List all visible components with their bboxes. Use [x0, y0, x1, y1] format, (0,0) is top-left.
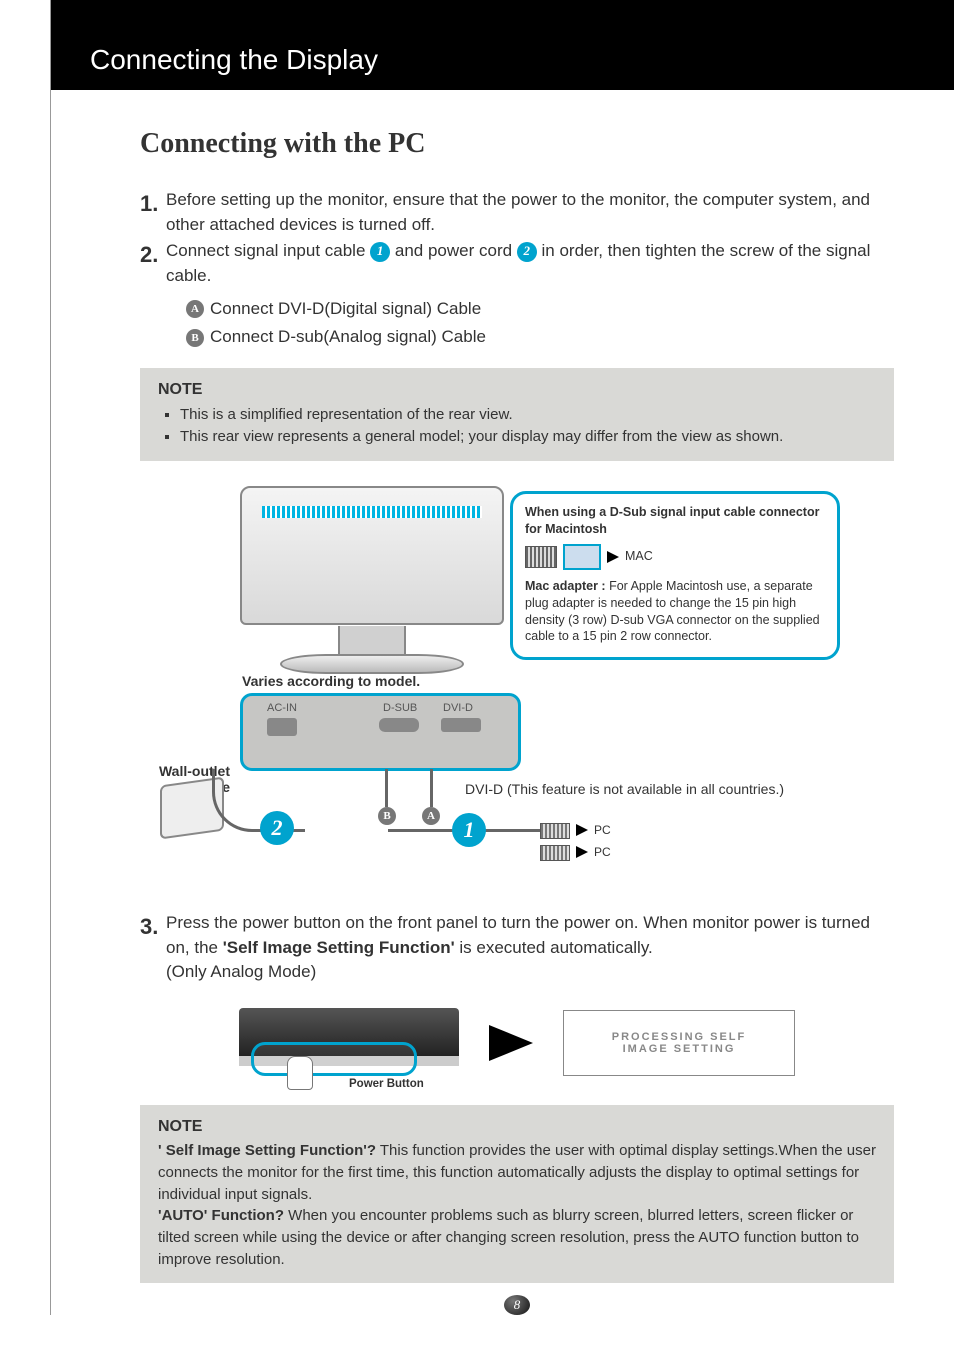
left-margin-rule [50, 0, 51, 1315]
monitor-rear-icon [240, 486, 504, 625]
hand-press-icon [287, 1056, 313, 1090]
step-text-part: Connect signal input cable [166, 241, 370, 260]
port-label-dsub: D-SUB [383, 702, 417, 714]
power-button-label: Power Button [349, 1078, 424, 1090]
substep-b: B Connect D-sub(Analog signal) Cable [186, 323, 894, 352]
note-item: This is a simplified representation of t… [180, 404, 876, 426]
mac-label: MAC [625, 548, 653, 565]
step-2: 2. Connect signal input cable 1 and powe… [140, 239, 894, 356]
dsub-port-icon [379, 718, 419, 732]
note-paragraph: ' Self Image Setting Function'? This fun… [158, 1140, 876, 1205]
note-paragraph: 'AUTO' Function? When you encounter prob… [158, 1205, 876, 1270]
header-band: Connecting the Display [50, 0, 954, 90]
ac-in-port-icon [267, 718, 297, 736]
mac-adapter-text: Mac adapter : For Apple Macintosh use, a… [525, 578, 825, 646]
ports-panel: AC-IN D-SUB DVI-D [240, 693, 521, 771]
arrow-right-icon [607, 551, 619, 563]
page-title: Connecting the Display [90, 44, 378, 76]
monitor-stand-icon [338, 626, 406, 656]
osd-line-2: IMAGE SETTING [623, 1043, 736, 1055]
section-heading: Connecting with the PC [140, 128, 894, 160]
signal-cable-icon [385, 769, 388, 807]
mac-adapter-icon [563, 544, 601, 570]
note-box-2: NOTE ' Self Image Setting Function'? Thi… [140, 1105, 894, 1283]
step-text-part: and power cord [395, 241, 517, 260]
badge-b-icon: B [378, 807, 396, 825]
page: Connecting the Display Connecting with t… [0, 0, 954, 1355]
content-area: Connecting with the PC 1. Before setting… [50, 90, 954, 1315]
pc-label: PC [594, 845, 611, 859]
badge-2-icon: 2 [260, 811, 294, 845]
step-text-bold: 'Self Image Setting Function' [223, 938, 455, 957]
badge-1-icon: 1 [452, 813, 486, 847]
arrow-right-icon [489, 1025, 533, 1061]
note-box-1: NOTE This is a simplified representation… [140, 368, 894, 461]
varies-label: Varies according to model. [242, 673, 420, 689]
note-lead: ' Self Image Setting Function'? [158, 1142, 376, 1159]
badge-b-icon: B [186, 329, 204, 347]
substep-text: Connect D-sub(Analog signal) Cable [210, 323, 486, 352]
badge-a-icon: A [186, 300, 204, 318]
monitor-base-icon [280, 654, 464, 674]
connector-icon [540, 823, 570, 839]
substep-a: A Connect DVI-D(Digital signal) Cable [186, 295, 894, 324]
mac-callout-title: When using a D-Sub signal input cable co… [525, 504, 825, 538]
port-label-dvid: DVI-D [443, 702, 473, 714]
osd-message-box: PROCESSING SELF IMAGE SETTING [563, 1010, 795, 1076]
step-text-part: (Only Analog Mode) [166, 962, 316, 981]
osd-line-1: PROCESSING SELF [612, 1031, 747, 1043]
power-on-diagram: Power Button PROCESSING SELF IMAGE SETTI… [140, 995, 894, 1091]
connection-diagram: Varies according to model. AC-IN D-SUB D… [140, 481, 894, 901]
substep-text: Connect DVI-D(Digital signal) Cable [210, 295, 481, 324]
step-3: 3. Press the power button on the front p… [140, 911, 894, 985]
arrow-right-icon [576, 824, 588, 836]
step-text: Before setting up the monitor, ensure th… [166, 188, 894, 237]
mac-adapter-callout: When using a D-Sub signal input cable co… [510, 491, 840, 660]
note-title: NOTE [158, 378, 876, 401]
port-label-acin: AC-IN [267, 702, 297, 714]
connector-icon [540, 845, 570, 861]
badge-a-icon: A [422, 807, 440, 825]
step-text-part: is executed automatically. [459, 938, 652, 957]
dsub-plug-icon [525, 546, 557, 568]
dvi-availability-note: DVI-D (This feature is not available in … [465, 781, 784, 797]
step-text: Connect signal input cable 1 and power c… [166, 239, 894, 356]
note-list: This is a simplified representation of t… [158, 404, 876, 449]
note-lead: 'AUTO' Function? [158, 1207, 284, 1224]
button-highlight-icon [251, 1042, 417, 1076]
mac-adapter-lead: Mac adapter : [525, 579, 609, 593]
mac-adapter-row: MAC [525, 544, 825, 570]
arrow-right-icon [576, 846, 588, 858]
badge-2-icon: 2 [517, 242, 537, 262]
badge-1-icon: 1 [370, 242, 390, 262]
step-number: 3. [140, 911, 166, 943]
note-item: This rear view represents a general mode… [180, 426, 876, 448]
step-text: Press the power button on the front pane… [166, 911, 894, 985]
note-title: NOTE [158, 1115, 876, 1138]
signal-cable-icon [430, 769, 433, 807]
pc-label: PC [594, 823, 611, 837]
step-1: 1. Before setting up the monitor, ensure… [140, 188, 894, 237]
substeps: A Connect DVI-D(Digital signal) Cable B … [186, 295, 894, 353]
front-panel-icon: Power Button [239, 1008, 459, 1078]
step-number: 2. [140, 239, 166, 271]
dvid-port-icon [441, 718, 481, 732]
step-number: 1. [140, 188, 166, 220]
